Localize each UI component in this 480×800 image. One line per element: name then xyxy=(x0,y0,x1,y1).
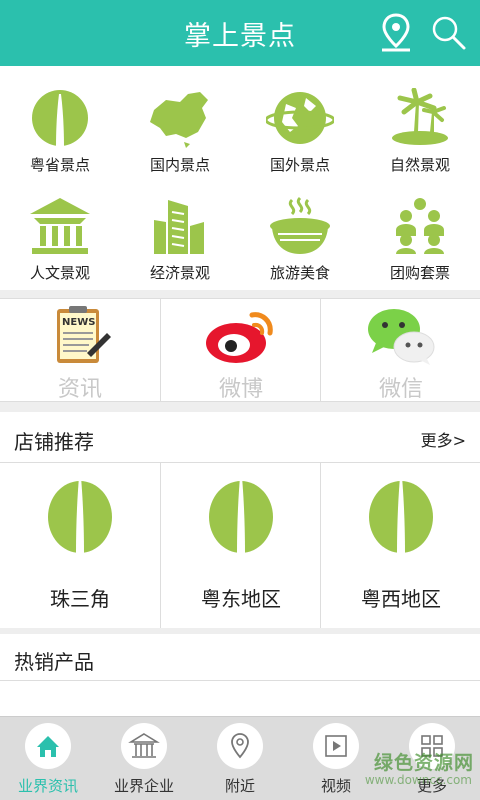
category-label: 自然景观 xyxy=(389,156,450,174)
category-grid: 粤省景点 国内景点 国外景点 自然景观 人文景观 经济景观 旅游美食 团购套票 xyxy=(0,66,480,290)
more-link[interactable]: 更多> xyxy=(421,427,466,451)
category-label: 国内景点 xyxy=(149,156,210,174)
news-clipboard-icon: NEWS xyxy=(43,305,117,367)
canton-tower-icon xyxy=(45,475,115,555)
category-label: 国外景点 xyxy=(269,156,330,174)
weibo-button[interactable]: 微博 xyxy=(160,299,320,402)
store-grid: 珠三角 粤东地区 粤西地区 xyxy=(0,462,480,628)
category-item[interactable]: 经济景观 xyxy=(120,178,240,288)
buildings-icon xyxy=(146,196,214,258)
tab-label: 业界资讯 xyxy=(17,777,78,795)
category-label: 粤省景点 xyxy=(29,156,90,174)
canton-tower-icon xyxy=(366,475,436,555)
category-item[interactable]: 国外景点 xyxy=(240,70,360,180)
category-label: 人文景观 xyxy=(29,264,90,282)
category-label: 团购套票 xyxy=(389,264,450,282)
divider xyxy=(0,680,480,681)
home-icon xyxy=(25,723,71,769)
category-item[interactable]: 国内景点 xyxy=(120,70,240,180)
store-item[interactable]: 粤西地区 xyxy=(320,463,480,628)
store-label: 珠三角 xyxy=(50,587,110,611)
pavilion-icon xyxy=(26,196,94,258)
hot-products-title: 热销产品 xyxy=(14,650,94,674)
tab-industry-companies[interactable]: 业界企业 xyxy=(96,717,192,800)
app-header: 掌上景点 xyxy=(0,0,480,66)
category-item[interactable]: 粤省景点 xyxy=(0,70,120,180)
category-item[interactable]: 自然景观 xyxy=(360,70,480,180)
tab-nearby[interactable]: 附近 xyxy=(192,717,288,800)
canton-tower-icon xyxy=(206,475,276,555)
noodle-bowl-icon xyxy=(266,196,334,258)
social-row: NEWS 资讯 微博 微信 xyxy=(0,298,480,402)
category-label: 旅游美食 xyxy=(269,264,330,282)
store-label: 粤东地区 xyxy=(201,587,281,611)
weibo-label: 微博 xyxy=(218,377,263,402)
tab-label: 业界企业 xyxy=(113,777,174,795)
news-label: 资讯 xyxy=(57,377,102,402)
hot-products-section: 热销产品 xyxy=(0,634,480,716)
palm-island-icon xyxy=(386,87,454,150)
category-item[interactable]: 团购套票 xyxy=(360,178,480,288)
svg-text:NEWS: NEWS xyxy=(62,317,95,328)
store-section: 店铺推荐 更多> 珠三角 粤东地区 粤西地区 xyxy=(0,412,480,628)
wechat-icon xyxy=(364,305,438,367)
wechat-label: 微信 xyxy=(378,377,423,402)
china-map-icon xyxy=(146,88,214,150)
tab-label: 附近 xyxy=(224,777,255,795)
watermark-line2: www.downcc.com xyxy=(364,773,472,787)
store-item[interactable]: 粤东地区 xyxy=(160,463,320,628)
store-label: 粤西地区 xyxy=(361,587,441,611)
search-icon[interactable] xyxy=(428,12,468,52)
group-people-icon xyxy=(386,196,454,258)
wechat-button[interactable]: 微信 xyxy=(320,299,480,402)
watermark: 绿色资源网 www.downcc.com xyxy=(318,748,478,798)
tab-industry-news[interactable]: 业界资讯 xyxy=(0,717,96,800)
location-pin-icon[interactable] xyxy=(378,12,414,52)
news-button[interactable]: NEWS 资讯 xyxy=(0,299,160,402)
category-item[interactable]: 旅游美食 xyxy=(240,178,360,288)
weibo-icon xyxy=(204,305,278,367)
store-section-title: 店铺推荐 xyxy=(14,430,94,454)
category-label: 经济景观 xyxy=(149,264,210,282)
category-item[interactable]: 人文景观 xyxy=(0,178,120,288)
store-item[interactable]: 珠三角 xyxy=(0,463,160,628)
globe-icon xyxy=(264,88,336,150)
watermark-line1: 绿色资源网 xyxy=(373,752,474,774)
canton-tower-icon xyxy=(26,88,94,150)
pavilion-icon xyxy=(121,723,167,769)
location-pin-icon xyxy=(217,723,263,769)
